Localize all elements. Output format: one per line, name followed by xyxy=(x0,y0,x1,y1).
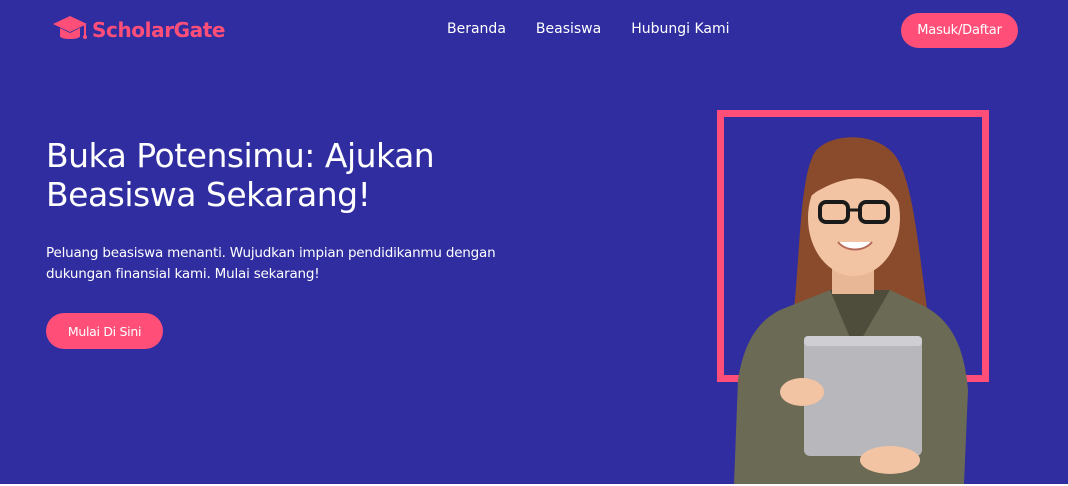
main-nav: Beranda Beasiswa Hubungi Kami xyxy=(447,21,730,37)
nav-link-beranda[interactable]: Beranda xyxy=(447,21,506,37)
hero-description-line-2: dukungan finansial kami. Mulai sekarang! xyxy=(46,266,320,282)
hero-title-line-1: Buka Potensimu: Ajukan xyxy=(46,136,435,175)
hero-title: Buka Potensimu: Ajukan Beasiswa Sekarang… xyxy=(46,136,546,214)
landing-page: ScholarGate Beranda Beasiswa Hubungi Kam… xyxy=(0,0,1068,486)
graduation-cap-icon xyxy=(52,14,88,46)
brand-name: ScholarGate xyxy=(92,18,226,42)
nav-link-beasiswa[interactable]: Beasiswa xyxy=(536,21,601,37)
get-started-button[interactable]: Mulai Di Sini xyxy=(46,313,163,349)
hero-title-line-2: Beasiswa Sekarang! xyxy=(46,175,371,214)
login-register-button[interactable]: Masuk/Daftar xyxy=(901,13,1018,48)
hero-description: Peluang beasiswa menanti. Wujudkan impia… xyxy=(46,243,536,285)
student-photo xyxy=(720,130,990,484)
hero-description-line-1: Peluang beasiswa menanti. Wujudkan impia… xyxy=(46,245,496,261)
top-navigation-bar: ScholarGate Beranda Beasiswa Hubungi Kam… xyxy=(0,0,1068,62)
brand-logo[interactable]: ScholarGate xyxy=(52,14,225,46)
nav-link-hubungi-kami[interactable]: Hubungi Kami xyxy=(631,21,729,37)
